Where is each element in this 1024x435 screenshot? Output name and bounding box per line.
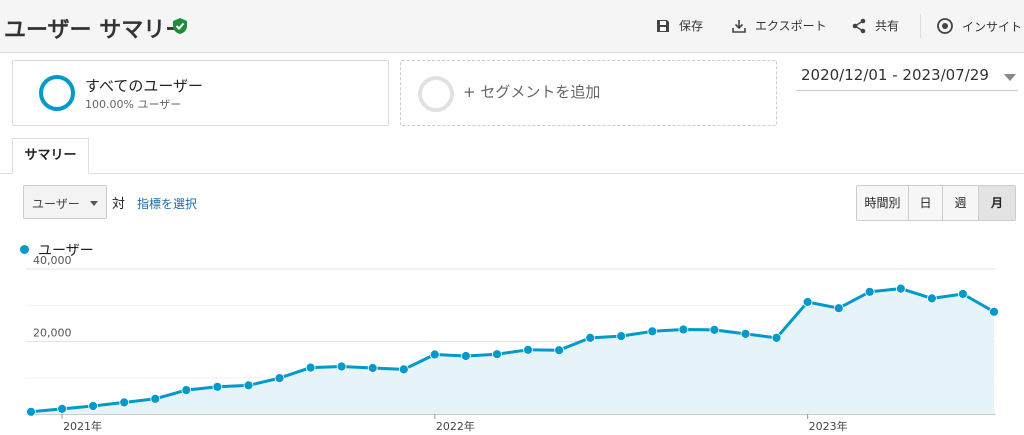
segment-ring-icon	[39, 75, 75, 111]
data-point	[616, 331, 627, 341]
data-point	[150, 393, 161, 404]
data-point	[895, 283, 906, 294]
select-metric-link[interactable]: 指標を選択	[137, 195, 197, 212]
insights-label: インサイト	[962, 19, 1023, 34]
toolbar-divider	[920, 14, 921, 38]
granularity-weekly-button[interactable]: 週	[943, 186, 979, 220]
data-point	[958, 289, 968, 299]
granularity-toggle: 時間別 日 週 月	[856, 185, 1016, 221]
data-point	[647, 326, 658, 337]
data-point	[523, 344, 533, 355]
data-point	[181, 385, 192, 396]
metric-select-value: ユーザー	[32, 197, 80, 211]
data-point	[367, 363, 378, 373]
data-point	[709, 325, 720, 335]
granularity-monthly-button[interactable]: 月	[979, 186, 1015, 220]
dropdown-caret-icon	[1004, 74, 1016, 81]
insights-icon	[937, 18, 953, 34]
date-range-text: 2020/12/01 - 2023/07/29	[801, 66, 989, 84]
share-button[interactable]: 共有	[851, 17, 899, 34]
share-label: 共有	[875, 19, 900, 33]
granularity-hourly-button[interactable]: 時間別	[857, 186, 909, 220]
y-tick-label: 20,000	[33, 327, 72, 340]
data-point	[678, 324, 689, 335]
data-point	[212, 381, 223, 392]
export-label: エクスポート	[755, 19, 827, 33]
metric-select[interactable]: ユーザー	[23, 185, 107, 219]
data-point	[740, 329, 751, 339]
x-tick-label: 2021年	[63, 419, 102, 433]
save-label: 保存	[679, 19, 704, 33]
add-segment-button[interactable]: + セグメントを追加	[400, 60, 777, 126]
export-button[interactable]: エクスポート	[731, 17, 827, 34]
data-point	[771, 333, 782, 343]
tab-divider	[0, 173, 1024, 174]
data-point	[336, 361, 347, 372]
data-point	[927, 293, 937, 304]
insights-button[interactable]: インサイト	[936, 17, 1022, 35]
data-point	[864, 286, 875, 297]
data-point	[305, 362, 316, 373]
x-tick-label: 2022年	[436, 419, 475, 433]
segment-subtitle: 100.00% ユーザー	[85, 98, 182, 111]
save-button[interactable]: 保存	[655, 17, 703, 34]
x-tick-label: 2023年	[809, 419, 848, 433]
data-point	[833, 303, 844, 314]
y-tick-label: 40,000	[33, 255, 72, 267]
data-point	[989, 306, 999, 317]
date-range-picker[interactable]: 2020/12/01 - 2023/07/29	[796, 64, 1018, 91]
data-point	[460, 351, 471, 361]
share-icon	[852, 18, 866, 33]
legend-dot-icon	[20, 245, 29, 254]
data-point	[243, 380, 254, 391]
empty-segment-ring-icon	[418, 76, 454, 112]
data-point	[398, 364, 409, 375]
data-point	[585, 333, 596, 343]
verified-shield-icon	[173, 18, 187, 34]
data-point	[88, 401, 98, 411]
data-point	[429, 349, 440, 360]
data-point	[802, 297, 813, 307]
data-point	[57, 403, 67, 414]
segment-all-users[interactable]: すべてのユーザー 100.00% ユーザー	[12, 60, 389, 126]
data-point	[26, 406, 36, 417]
data-point	[119, 397, 130, 408]
data-point	[492, 349, 502, 360]
chevron-down-icon	[90, 201, 98, 206]
export-icon	[732, 19, 746, 33]
segment-title: すべてのユーザー	[85, 77, 204, 95]
report-header: ユーザー サマリー 保存 エクスポート 共有 インサイト	[0, 0, 1024, 53]
versus-label: 対	[112, 197, 126, 212]
granularity-daily-button[interactable]: 日	[909, 186, 943, 220]
data-point	[274, 373, 285, 383]
add-segment-label: + セグメントを追加	[463, 83, 601, 101]
tab-summary[interactable]: サマリー	[12, 138, 89, 174]
data-point	[554, 345, 564, 356]
users-line-chart: 20,000 40,000 2021年 2022年 2023年	[26, 255, 999, 433]
save-icon	[657, 19, 669, 32]
page-title: ユーザー サマリー	[4, 18, 188, 43]
